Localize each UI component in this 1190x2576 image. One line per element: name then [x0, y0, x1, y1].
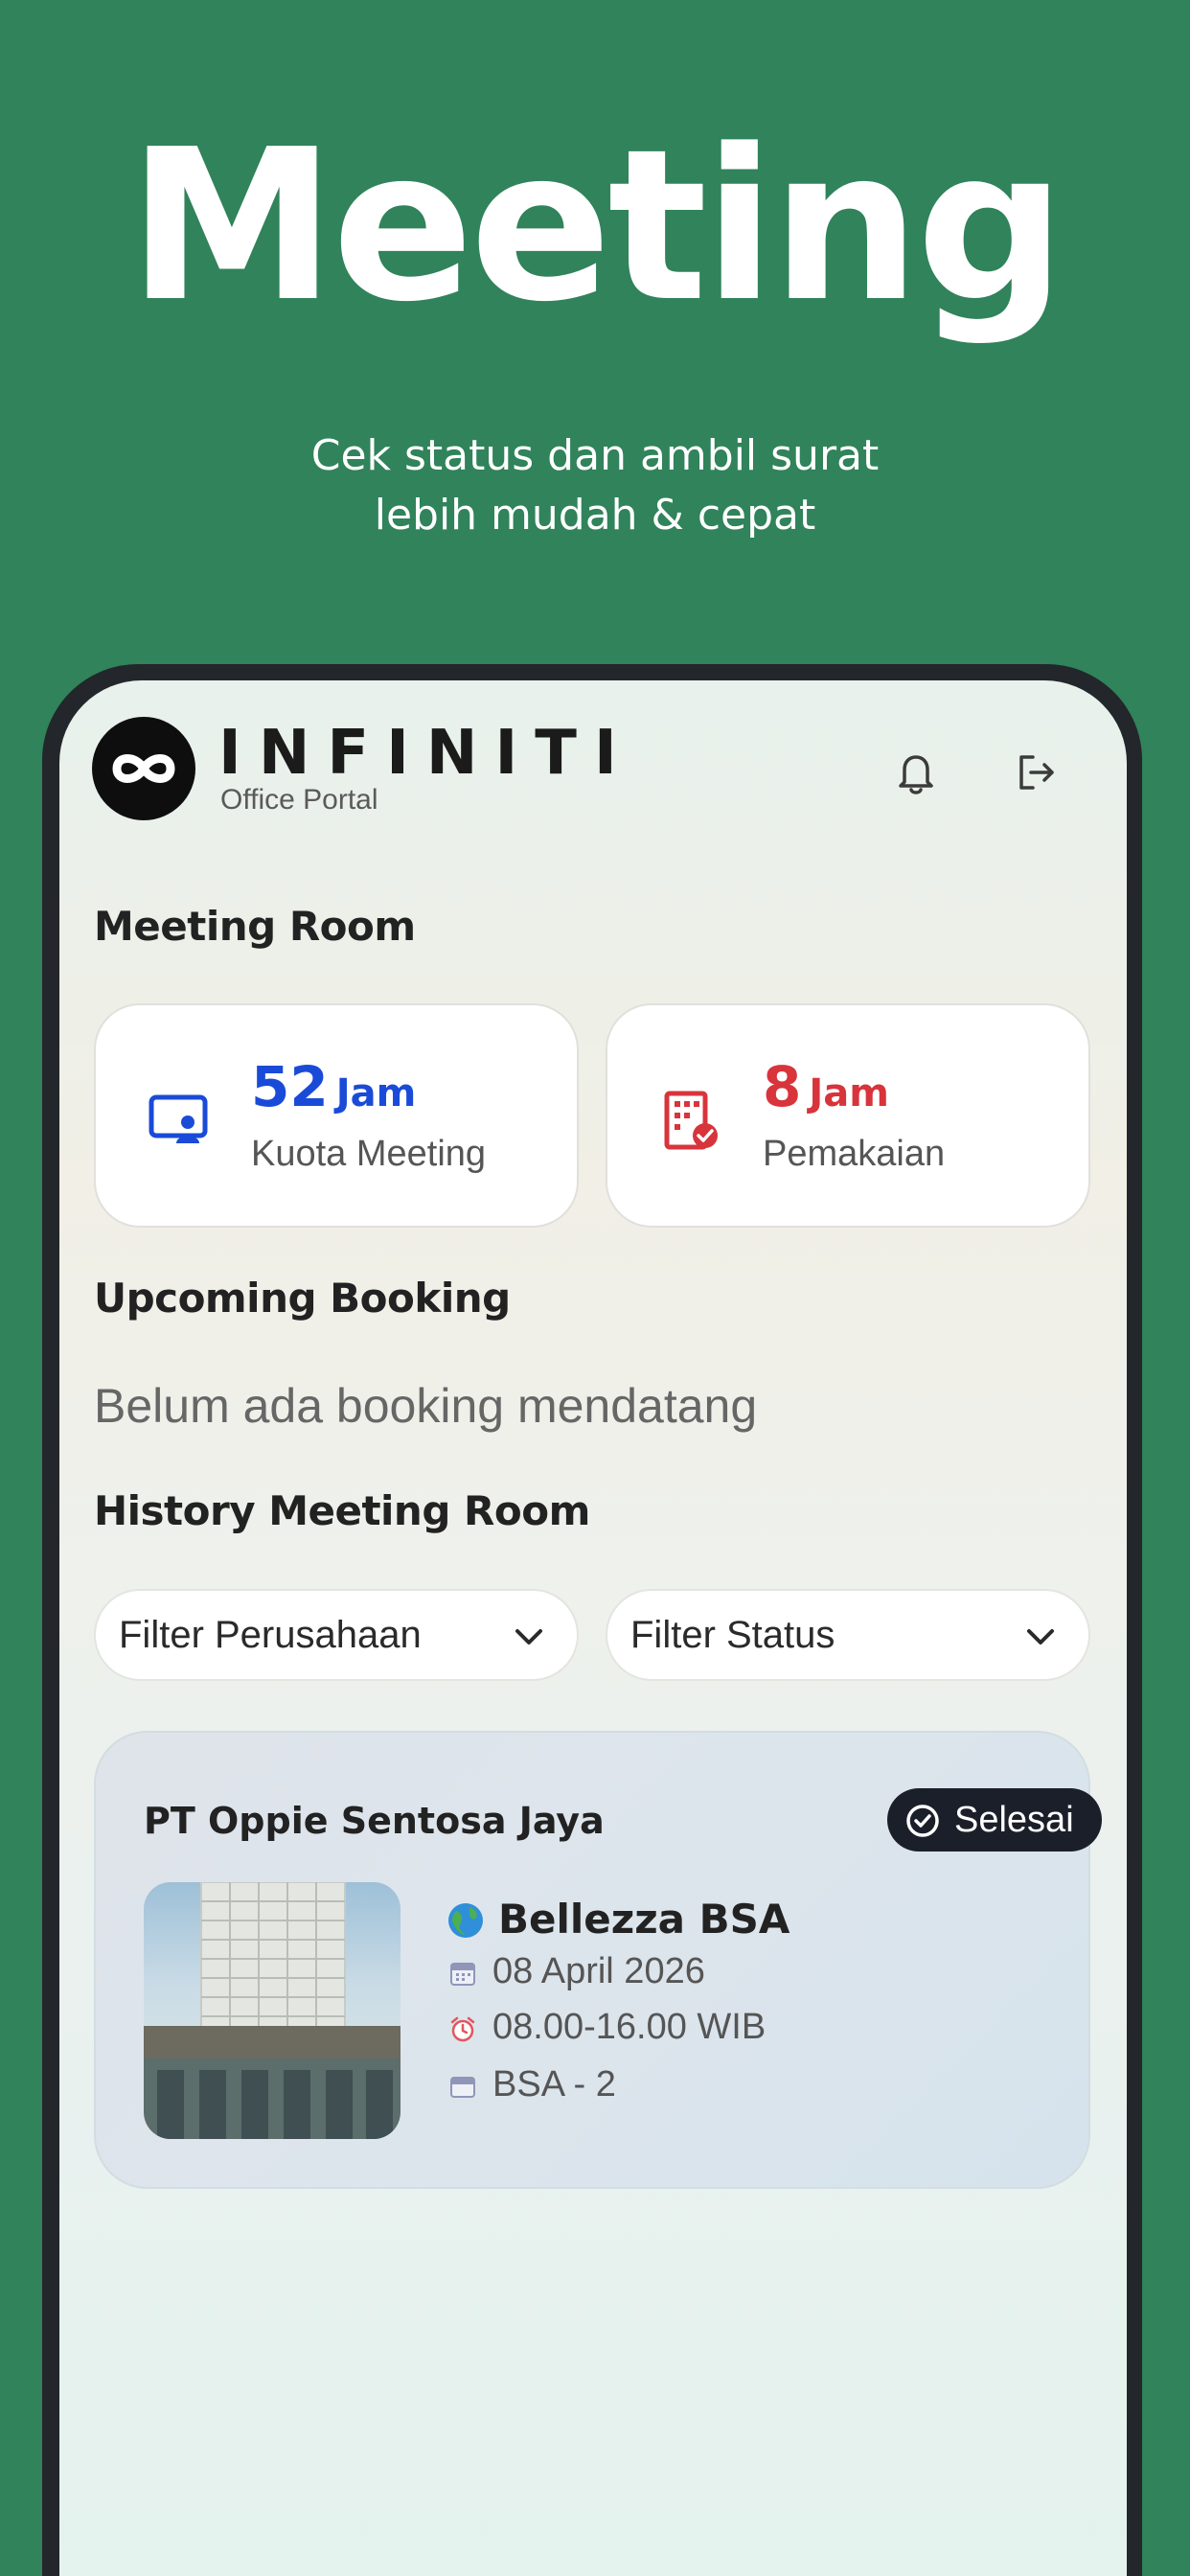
- usage-label: Pemakaian: [763, 1134, 946, 1174]
- booking-room: BSA - 2: [492, 2064, 616, 2104]
- history-title: History Meeting Room: [94, 1487, 590, 1534]
- booking-date: 08 April 2026: [492, 1951, 705, 1991]
- status-badge: Selesai: [887, 1788, 1102, 1852]
- calendar-icon: [448, 1959, 477, 1988]
- upcoming-empty-text: Belum ada booking mendatang: [94, 1379, 758, 1433]
- filter-status-select[interactable]: Filter Status: [606, 1589, 1090, 1681]
- usage-value: 8 Jam: [763, 1054, 889, 1119]
- chevron-down-icon: [1021, 1620, 1060, 1654]
- brand-name: INFINITI: [218, 718, 634, 789]
- usage-card: 8 Jam Pemakaian: [606, 1003, 1090, 1228]
- hero-subtitle-line2: lebih mudah & cepat: [374, 491, 816, 540]
- booking-time: 08.00-16.00 WIB: [492, 2007, 767, 2047]
- alarm-clock-icon: [448, 2014, 477, 2043]
- quota-label: Kuota Meeting: [251, 1134, 487, 1174]
- check-circle-icon: [904, 1803, 941, 1839]
- quota-card: 52 Jam Kuota Meeting: [94, 1003, 579, 1228]
- filter-status-label: Filter Status: [630, 1614, 835, 1656]
- logout-icon[interactable]: [1008, 744, 1065, 801]
- chevron-down-icon: [510, 1620, 548, 1654]
- building-check-icon: [655, 1086, 724, 1155]
- screen-user-icon: [144, 1086, 213, 1155]
- app-screen: INFINITI Office Portal Meeting Room 52 Ja…: [59, 680, 1127, 2576]
- status-badge-label: Selesai: [954, 1800, 1074, 1840]
- filter-company-label: Filter Perusahaan: [119, 1614, 422, 1656]
- room-calendar-icon: [448, 2072, 477, 2101]
- quota-value: 52 Jam: [251, 1054, 417, 1119]
- booking-card[interactable]: PT Oppie Sentosa Jaya Selesai Bellezza B…: [94, 1731, 1102, 2189]
- hero-title: Meeting: [127, 105, 1066, 348]
- booking-company: PT Oppie Sentosa Jaya: [144, 1800, 605, 1842]
- brand-subtitle: Office Portal: [220, 784, 378, 816]
- upcoming-booking-title: Upcoming Booking: [94, 1275, 511, 1322]
- bell-icon[interactable]: [887, 744, 945, 801]
- infiniti-logo-icon: [92, 717, 195, 820]
- building-image: [144, 1882, 400, 2139]
- venue-name: Bellezza BSA: [498, 1896, 790, 1943]
- filter-company-select[interactable]: Filter Perusahaan: [94, 1589, 579, 1681]
- meeting-room-title: Meeting Room: [94, 903, 416, 950]
- hero-subtitle-line1: Cek status dan ambil surat: [310, 431, 880, 480]
- globe-icon: [446, 1901, 485, 1940]
